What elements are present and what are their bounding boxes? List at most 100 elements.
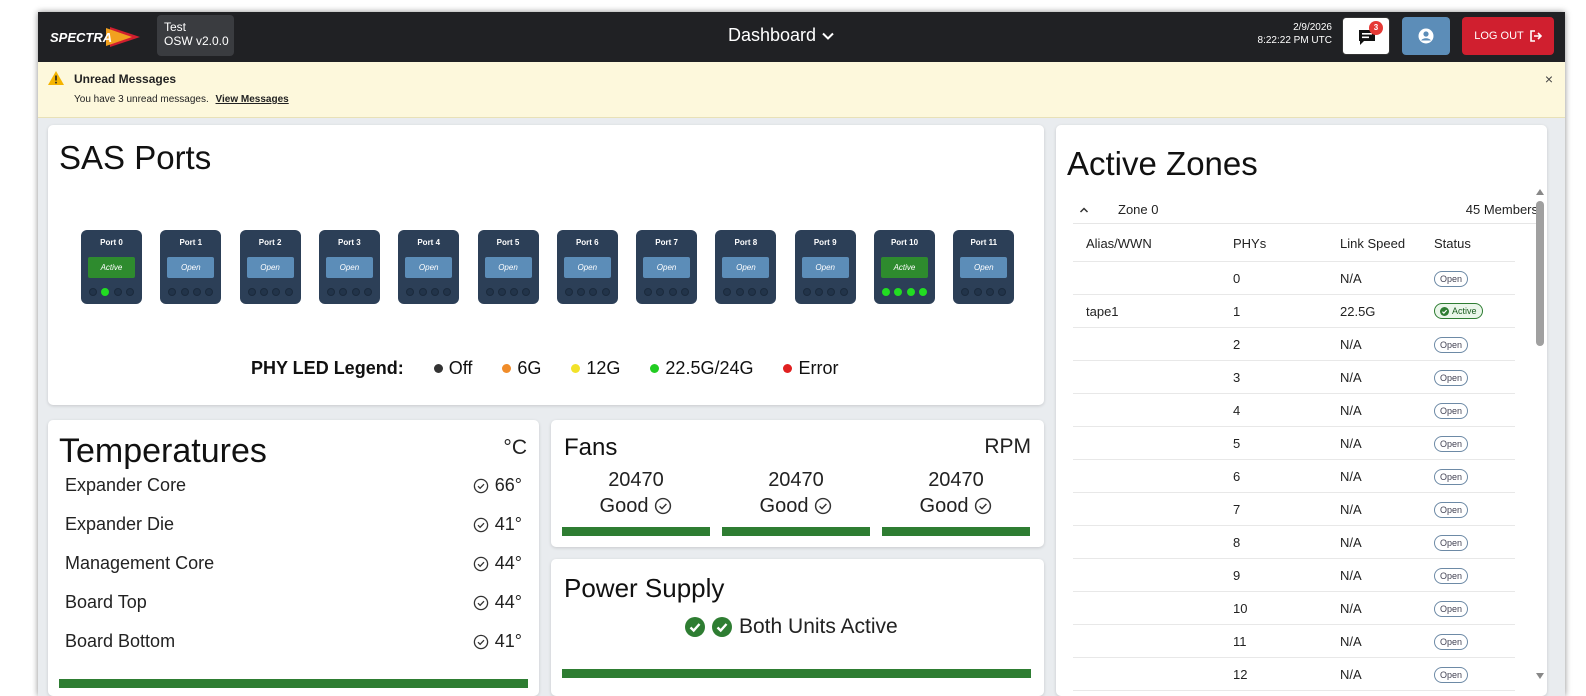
status-badge: Open [1434,501,1469,518]
zone-phy: 1 [1233,303,1241,319]
temperatures-unit: °C [503,436,527,459]
sas-port[interactable]: Port 1 Open [160,230,222,304]
port-status-badge: Open [325,257,373,278]
scroll-thumb[interactable] [1536,201,1544,346]
phy-led [101,288,110,296]
sas-port[interactable]: Port 10 Active [874,230,935,304]
temperature-value: 44° [473,592,522,613]
sas-port[interactable]: Port 7 Open [636,230,698,304]
zone-link-speed: N/A [1340,435,1362,451]
banner-text-line: You have 3 unread messages. View Message… [74,94,289,105]
active-zones-card: Active Zones Zone 0 45 Members Alias/WWN… [1056,125,1547,696]
zone-phy: 3 [1233,369,1241,385]
temperature-row: Management Core 44° [65,553,522,574]
sas-port[interactable]: Port 0 Active [81,230,142,304]
zone-status-cell: Open [1434,435,1515,452]
phy-leds [723,288,769,296]
fan-status: Good [722,493,870,519]
phy-led [882,288,890,296]
dashboard-menu[interactable]: Dashboard [728,25,835,46]
temperature-name: Management Core [65,553,215,573]
table-row: 11 N/A Open [1073,625,1515,658]
zone-link-speed: N/A [1340,567,1362,583]
zone-status-cell: Open [1434,336,1515,353]
column-header-phys: PHYs [1233,235,1267,251]
zone-header[interactable]: Zone 0 45 Members [1073,196,1538,224]
user-button[interactable] [1402,17,1450,55]
zone-status-cell: Open [1434,567,1515,584]
legend-title: PHY LED Legend: [251,358,404,378]
column-header-link-speed: Link Speed [1340,235,1406,251]
zone-table: Alias/WWN PHYs Link Speed Status 0 N/A Ope… [1073,225,1515,691]
zones-scrollbar[interactable] [1536,189,1544,679]
legend-dot [650,364,660,373]
legend-label: 22.5G/24G [665,358,754,378]
chevron-up-icon[interactable] [1076,205,1092,215]
zone-name: Zone 0 [1118,202,1159,217]
sas-port[interactable]: Port 11 Open [953,230,1015,304]
zone-status-cell: Open [1434,369,1515,386]
phy-led [351,288,360,296]
zone-link-speed: N/A [1340,468,1362,484]
datetime: 2/9/2026 8:22:22 PM UTC [1258,21,1332,47]
fan-status-text: Good [759,495,809,517]
zone-status-cell: Open [1434,402,1515,419]
current-date: 2/9/2026 [1293,22,1332,33]
sas-port[interactable]: Port 5 Open [477,230,539,304]
phy-led [839,288,848,296]
sas-port[interactable]: Port 3 Open [318,230,380,304]
phy-led [827,288,836,296]
view-messages-link[interactable]: View Messages [216,94,289,105]
phy-leds [564,288,610,296]
sas-port[interactable]: Port 2 Open [239,230,301,304]
legend-label: Error [798,358,839,378]
temperature-row: Board Bottom 41° [65,631,522,652]
sas-port[interactable]: Port 8 Open [715,230,777,304]
logout-label: LOG OUT [1474,30,1524,42]
sas-port[interactable]: Port 6 Open [556,230,618,304]
phy-led [326,288,335,296]
status-badge: Open [1434,270,1469,287]
user-icon [1418,28,1434,44]
sas-port[interactable]: Port 9 Open [794,230,856,304]
port-status-badge: Open [643,257,691,278]
port-label: Port 4 [417,238,441,247]
scroll-down-arrow-icon[interactable] [1536,673,1544,679]
check-circle-outline-icon [473,595,489,610]
table-row: tape1 1 22.5G Active [1073,295,1515,328]
messages-button[interactable]: 3 [1342,17,1390,55]
sas-port[interactable]: Port 4 Open [398,230,460,304]
spectra-logo[interactable]: SPECTRA [48,25,142,49]
zone-table-body: 0 N/A Open tape1 1 22.5G Active 2 N/A Open 3 N/A Ope… [1073,262,1515,691]
zone-link-speed: N/A [1340,534,1362,550]
zone-phy: 8 [1233,534,1241,550]
table-row: 10 N/A Open [1073,592,1515,625]
scroll-up-arrow-icon[interactable] [1536,189,1544,195]
status-badge-text: Open [1440,603,1463,614]
check-circle-outline-icon [473,634,489,649]
zone-table-header: Alias/WWN PHYs Link Speed Status [1073,225,1515,262]
status-badge-text: Open [1440,339,1463,350]
check-circle-icon [685,617,705,637]
banner-close-button[interactable]: × [1545,71,1553,87]
zone-phy: 6 [1233,468,1241,484]
status-badge: Open [1434,567,1469,584]
status-badge-text: Open [1440,504,1463,515]
table-row: 2 N/A Open [1073,328,1515,361]
logout-button[interactable]: LOG OUT [1462,17,1554,55]
phy-led [89,288,97,296]
zone-phy: 7 [1233,501,1241,517]
port-status-badge: Open [246,257,294,278]
port-label: Port 0 [100,238,123,247]
phy-led [589,288,598,296]
phy-led [802,288,811,296]
status-badge: Open [1434,435,1469,452]
active-zones-title: Active Zones [1067,145,1258,182]
zone-status-cell: Open [1434,633,1515,650]
zone-phy: 12 [1233,666,1248,682]
legend-dot [571,364,581,373]
phy-led-legend: PHY LED Legend: Off 6G 12G 22.5G/24G Error [251,358,868,379]
temperatures-status-bar [59,679,528,688]
port-label: Port 3 [338,238,361,247]
zone-link-speed: N/A [1340,369,1362,385]
